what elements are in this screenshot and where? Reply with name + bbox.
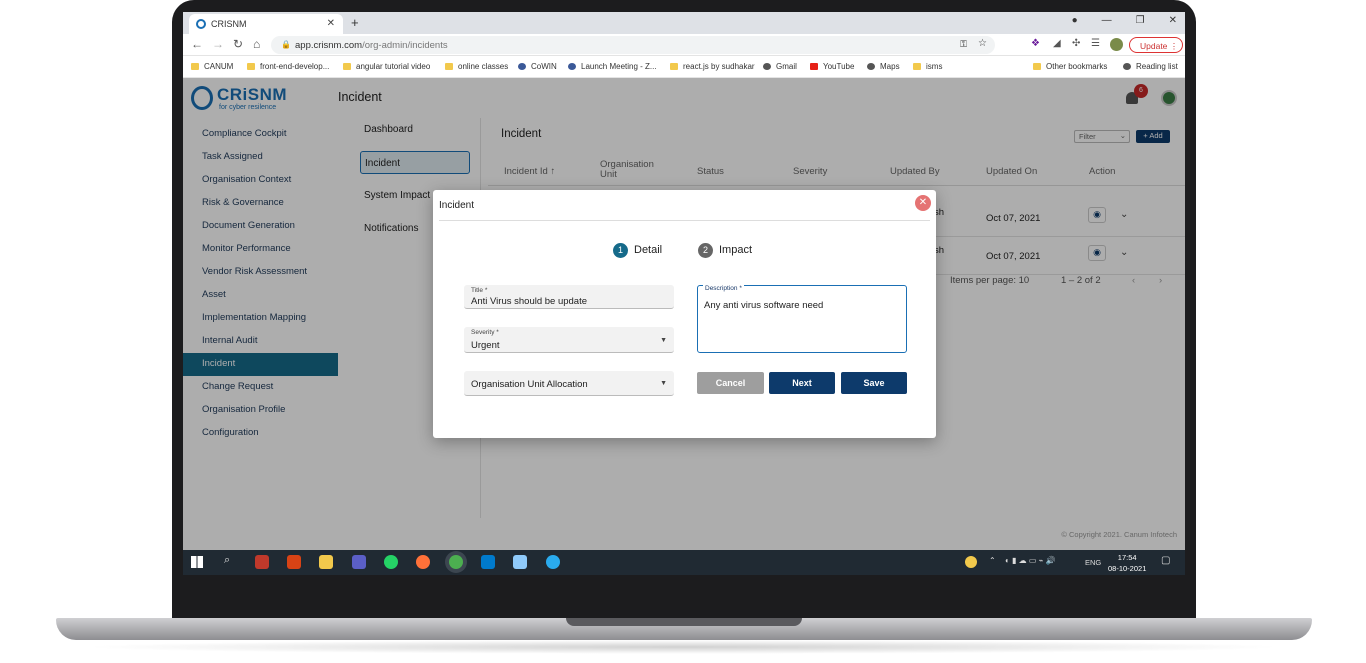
update-button[interactable]: Update ⋮: [1129, 37, 1183, 53]
title-label: Title *: [471, 287, 488, 294]
next-button[interactable]: Next: [769, 372, 835, 394]
incident-dialog: Incident ✕ 1 Detail 2 Impact Title * Anti …: [433, 190, 936, 438]
step-detail[interactable]: 1 Detail: [613, 243, 662, 258]
home-icon[interactable]: ⌂: [253, 37, 260, 51]
severity-value: Urgent: [471, 340, 500, 351]
office-icon[interactable]: [287, 555, 301, 569]
title-value: Anti Virus should be update: [471, 296, 588, 307]
close-icon[interactable]: ✕: [915, 195, 931, 211]
bookmark-react[interactable]: react.js by sudhakar: [670, 62, 755, 71]
browser-tabstrip: CRISNM ✕ + ● — ❐ ✕: [183, 12, 1185, 34]
media-icon[interactable]: ☰: [1091, 38, 1100, 49]
app-icon-1[interactable]: [255, 555, 269, 569]
notification-center-icon[interactable]: ▢: [1161, 555, 1170, 566]
update-label: Update: [1140, 41, 1168, 51]
severity-select[interactable]: Severity * Urgent ▼: [464, 327, 674, 353]
dialog-divider: [439, 220, 930, 221]
bookmark-star-icon[interactable]: ☆: [978, 38, 987, 49]
teams-icon[interactable]: [352, 555, 366, 569]
clock-date: 08-10-2021: [1108, 564, 1147, 573]
weather-icon[interactable]: [965, 556, 977, 568]
back-icon[interactable]: ←: [191, 37, 203, 51]
bookmark-canum[interactable]: CANUM: [191, 62, 233, 71]
url-host: app.crisnm.com: [295, 40, 363, 51]
bookmark-angular[interactable]: angular tutorial video: [343, 62, 430, 71]
screen: CRISNM ✕ + ● — ❐ ✕ ← → ↻ ⌂ 🔒 app.crisnm.…: [183, 12, 1185, 575]
chrome-icon[interactable]: [449, 555, 463, 569]
close-window-icon[interactable]: ✕: [1169, 15, 1177, 26]
title-field[interactable]: Title * Anti Virus should be update: [464, 285, 674, 309]
vscode-icon[interactable]: [481, 555, 495, 569]
reload-icon[interactable]: ↻: [233, 37, 243, 51]
dropdown-caret-icon: ▼: [660, 380, 667, 387]
bookmark-cowin[interactable]: CoWIN: [518, 62, 557, 71]
bookmark-online-classes[interactable]: online classes: [445, 62, 508, 71]
cancel-button[interactable]: Cancel: [697, 372, 764, 394]
laptop-notch: [566, 618, 802, 626]
bookmarks-bar: CANUM front-end-develop... angular tutor…: [183, 56, 1185, 78]
extension-icon-2[interactable]: ◢: [1053, 38, 1061, 49]
lock-icon: 🔒: [281, 40, 291, 49]
tab-title: CRISNM: [211, 19, 247, 29]
address-bar[interactable]: 🔒 app.crisnm.com/org-admin/incidents ⚿ ☆: [271, 36, 995, 54]
url-path: /org-admin/incidents: [362, 40, 448, 51]
reading-list[interactable]: Reading list: [1123, 62, 1178, 71]
search-icon[interactable]: ⌕: [224, 554, 230, 567]
new-tab-icon[interactable]: +: [351, 15, 359, 30]
bookmark-other[interactable]: Other bookmarks: [1033, 62, 1107, 71]
extensions-puzzle-icon[interactable]: ✣: [1072, 38, 1080, 49]
whatsapp-icon[interactable]: [384, 555, 398, 569]
crisnm-favicon-icon: [196, 19, 206, 29]
profile-indicator-icon[interactable]: ●: [1072, 15, 1078, 26]
app-root: CRiSNM for cyber resilence Incident 6 Co…: [183, 78, 1185, 550]
bookmark-maps[interactable]: Maps: [867, 62, 900, 71]
key-icon[interactable]: ⚿: [960, 39, 967, 50]
file-explorer-icon[interactable]: [319, 555, 333, 569]
dropdown-caret-icon: ▼: [660, 337, 667, 344]
firefox-icon[interactable]: [416, 555, 430, 569]
step-number: 1: [613, 243, 628, 258]
taskbar-clock[interactable]: 17:54 08-10-2021: [1108, 552, 1146, 574]
windows-start-icon[interactable]: [191, 556, 203, 568]
bookmark-zoom[interactable]: Launch Meeting - Z...: [568, 62, 657, 71]
bookmark-youtube[interactable]: YouTube: [810, 62, 854, 71]
forward-icon[interactable]: →: [212, 37, 224, 51]
device-shadow: [80, 640, 1286, 654]
bookmark-frontend[interactable]: front-end-develop...: [247, 62, 329, 71]
laptop-base: [56, 618, 1312, 640]
language-indicator[interactable]: ENG: [1085, 558, 1101, 567]
step-label: Impact: [719, 244, 753, 256]
browser-toolbar: ← → ↻ ⌂ 🔒 app.crisnm.com/org-admin/incid…: [183, 34, 1185, 56]
profile-avatar-icon[interactable]: [1110, 38, 1123, 51]
close-tab-icon[interactable]: ✕: [327, 18, 335, 29]
description-textarea[interactable]: Description * Any anti virus software ne…: [697, 285, 907, 353]
extension-icon[interactable]: ❖: [1031, 38, 1040, 49]
telegram-icon[interactable]: [546, 555, 560, 569]
window-controls: ● — ❐ ✕: [1072, 15, 1177, 26]
maximize-icon[interactable]: ❐: [1136, 15, 1145, 26]
description-value: Any anti virus software need: [704, 300, 824, 311]
step-impact[interactable]: 2 Impact: [698, 243, 752, 258]
clock-time: 17:54: [1117, 553, 1137, 562]
save-button[interactable]: Save: [841, 372, 907, 394]
org-unit-select[interactable]: Organisation Unit Allocation ▼: [464, 371, 674, 396]
bookmark-isms[interactable]: isms: [913, 62, 942, 71]
severity-label: Severity *: [471, 329, 499, 336]
description-label: Description *: [703, 285, 744, 292]
step-label: Detail: [634, 244, 663, 256]
windows-taskbar: ⌕ ⌃ ◐ ▮ ☁ ▭ ⌁ 🔊 ENG 17:54 08-10-2021 ▢: [183, 550, 1185, 575]
notepad-icon[interactable]: [513, 555, 527, 569]
org-unit-value: Organisation Unit Allocation: [471, 379, 588, 390]
minimize-icon[interactable]: —: [1102, 15, 1112, 26]
browser-tab[interactable]: CRISNM ✕: [189, 14, 343, 34]
tray-icons[interactable]: ◐ ▮ ☁ ▭ ⌁ 🔊: [1005, 556, 1056, 565]
tray-chevron-icon[interactable]: ⌃: [989, 556, 996, 565]
bookmark-gmail[interactable]: Gmail: [763, 62, 797, 71]
dialog-title: Incident: [439, 200, 475, 211]
step-number: 2: [698, 243, 713, 258]
